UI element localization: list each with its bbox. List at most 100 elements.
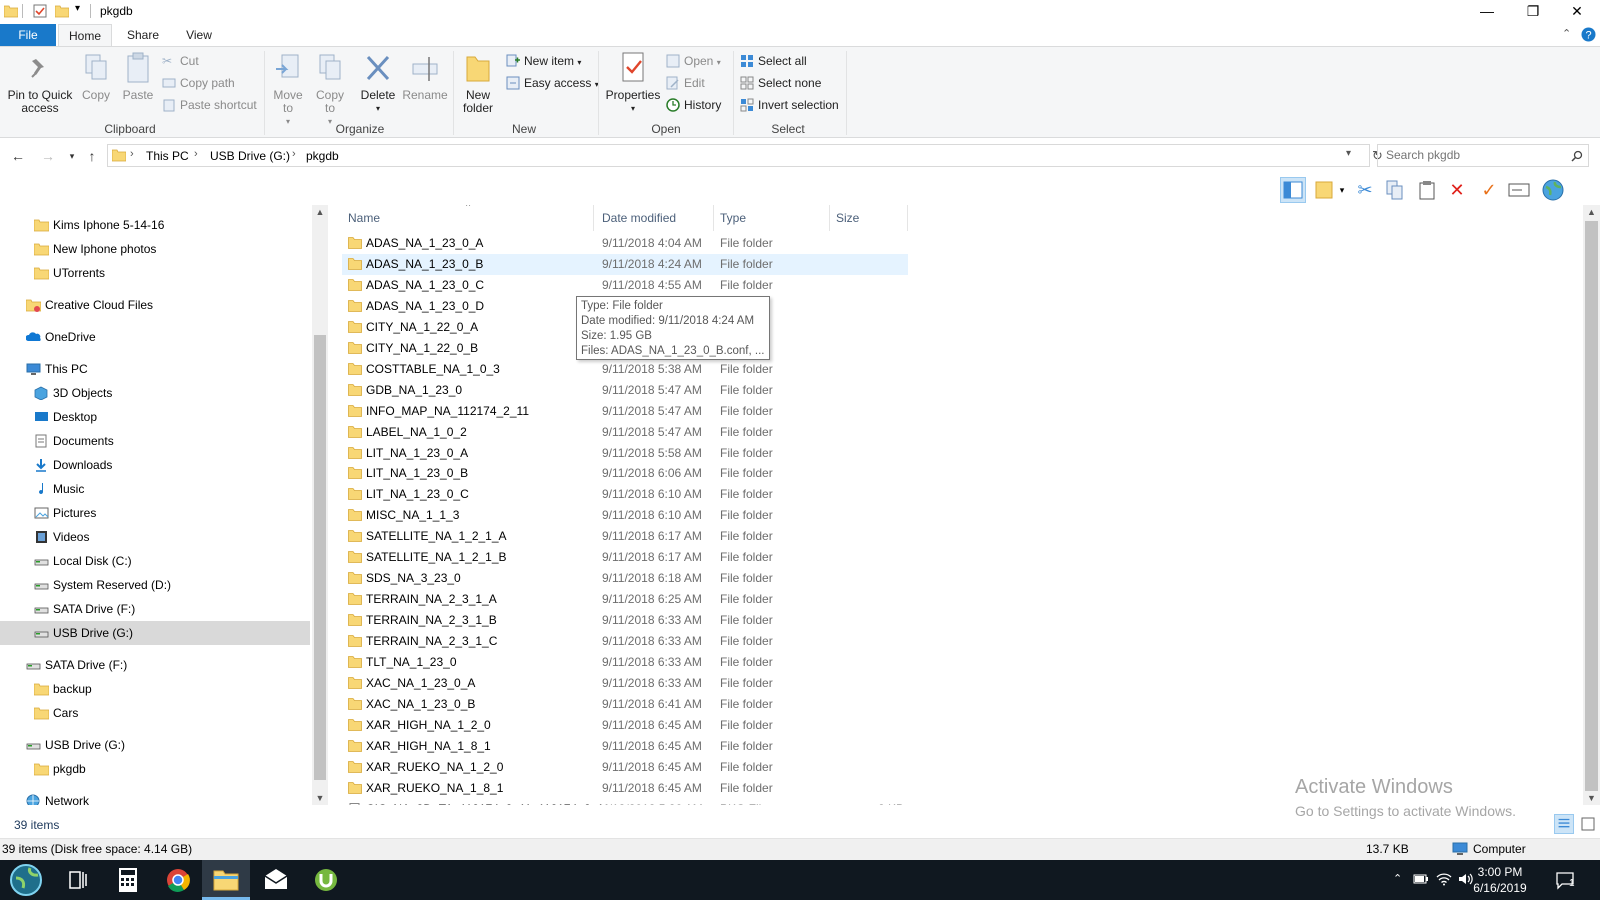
table-row[interactable]: LIT_NA_1_23_0_A 9/11/2018 5:58 AM File fol… bbox=[342, 443, 908, 464]
collapse-ribbon-icon[interactable]: ⌃ bbox=[1562, 27, 1571, 40]
utorrent-icon[interactable] bbox=[302, 860, 350, 900]
back-arrow-icon[interactable]: ← bbox=[8, 146, 28, 166]
table-row[interactable]: CIC_NA_3D_TA_112174_2_11_112174_2_114/18… bbox=[342, 799, 908, 805]
rename-icon[interactable] bbox=[1506, 177, 1532, 203]
select-none-button[interactable]: Select none bbox=[738, 73, 821, 93]
delete-button[interactable]: Delete ▾ bbox=[356, 51, 400, 115]
open-button[interactable]: Open ▾ bbox=[664, 51, 721, 71]
table-row[interactable]: LIT_NA_1_23_0_C 9/11/2018 6:10 AM File fol… bbox=[342, 484, 908, 505]
rename-button[interactable]: Rename bbox=[402, 51, 448, 102]
nav-item[interactable]: pkgdb bbox=[0, 757, 310, 781]
maximize-button[interactable]: ❐ bbox=[1510, 0, 1556, 24]
nav-item[interactable]: Pictures bbox=[0, 501, 310, 525]
table-row[interactable]: TERRAIN_NA_2_3_1_C 9/11/2018 6:33 AM File … bbox=[342, 631, 908, 652]
paste-icon[interactable] bbox=[1414, 177, 1440, 203]
nav-item[interactable]: Kims Iphone 5-14-16 bbox=[0, 213, 310, 237]
view-options-icon[interactable] bbox=[1312, 177, 1338, 203]
table-row[interactable]: LABEL_NA_1_0_2 9/11/2018 5:47 AM File fold… bbox=[342, 422, 908, 443]
properties-quick-icon[interactable] bbox=[33, 4, 47, 18]
table-row[interactable]: TERRAIN_NA_2_3_1_A 9/11/2018 6:25 AM File … bbox=[342, 589, 908, 610]
nav-item[interactable]: Cars bbox=[0, 701, 310, 725]
minimize-button[interactable]: — bbox=[1464, 0, 1510, 24]
nav-item[interactable]: System Reserved (D:) bbox=[0, 573, 310, 597]
copy-path-button[interactable]: Copy path bbox=[160, 73, 235, 93]
nav-item[interactable]: Music bbox=[0, 477, 310, 501]
table-row[interactable]: INFO_MAP_NA_112174_2_11 9/11/2018 5:47 AM… bbox=[342, 401, 908, 422]
nav-item[interactable]: Creative Cloud Files bbox=[0, 293, 310, 317]
new-item-button[interactable]: New item ▾ bbox=[504, 51, 581, 71]
address-bar[interactable]: › This PC › USB Drive (G:) › pkgdb ▾ bbox=[107, 144, 1370, 167]
copy-icon[interactable] bbox=[1382, 177, 1408, 203]
nav-scrollbar[interactable]: ▲ ▼ bbox=[312, 205, 328, 805]
table-row[interactable]: SATELLITE_NA_1_2_1_A 9/11/2018 6:17 AM Fil… bbox=[342, 526, 908, 547]
breadcrumb-this-pc[interactable]: This PC bbox=[146, 149, 189, 163]
file-list-scrollbar-thumb[interactable] bbox=[1585, 221, 1598, 791]
paste-button[interactable]: Paste bbox=[118, 51, 158, 102]
table-row[interactable]: XAC_NA_1_23_0_A 9/11/2018 6:33 AM File fol… bbox=[342, 673, 908, 694]
new-folder-button[interactable]: New folder bbox=[458, 51, 498, 115]
file-explorer-icon[interactable] bbox=[202, 860, 250, 900]
forward-arrow-icon[interactable]: → bbox=[38, 146, 58, 166]
up-arrow-icon[interactable]: ↑ bbox=[82, 146, 102, 166]
chrome-icon[interactable] bbox=[154, 860, 202, 900]
show-hidden-icons-icon[interactable]: ⌃ bbox=[1393, 872, 1402, 885]
scroll-up-arrow-icon[interactable]: ▲ bbox=[312, 205, 328, 219]
table-row[interactable]: XAR_HIGH_NA_1_2_0 9/11/2018 6:45 AM File f… bbox=[342, 715, 908, 736]
move-to-button[interactable]: Move to ▾ bbox=[268, 51, 308, 128]
cut-icon[interactable]: ✂ bbox=[1352, 177, 1378, 203]
easy-access-button[interactable]: Easy access ▾ bbox=[504, 73, 599, 93]
power-icon[interactable] bbox=[1413, 872, 1429, 889]
close-button[interactable]: ✕ bbox=[1554, 0, 1600, 24]
invert-selection-button[interactable]: Invert selection bbox=[738, 95, 839, 115]
nav-item[interactable]: Local Disk (C:) bbox=[0, 549, 310, 573]
nav-item[interactable]: 3D Objects bbox=[0, 381, 310, 405]
view-options-dropdown-icon[interactable]: ▾ bbox=[1336, 177, 1348, 203]
properties-button[interactable]: Properties ▾ bbox=[604, 51, 662, 115]
nav-item[interactable]: SATA Drive (F:) bbox=[0, 653, 310, 677]
breadcrumb-pkgdb[interactable]: pkgdb bbox=[306, 149, 339, 163]
table-row[interactable]: SATELLITE_NA_1_2_1_B 9/11/2018 6:17 AM Fil… bbox=[342, 547, 908, 568]
select-all-button[interactable]: Select all bbox=[738, 51, 807, 71]
nav-item[interactable]: OneDrive bbox=[0, 325, 310, 349]
scroll-down-arrow-icon[interactable]: ▼ bbox=[1583, 791, 1600, 805]
tab-home[interactable]: Home bbox=[58, 24, 112, 46]
notifications-icon[interactable]: 1 bbox=[1556, 872, 1578, 893]
breadcrumb-usb-drive[interactable]: USB Drive (G:) bbox=[210, 149, 290, 163]
globe-icon[interactable] bbox=[1540, 177, 1566, 203]
table-row[interactable]: MISC_NA_1_1_3 9/11/2018 6:10 AM File folde… bbox=[342, 505, 908, 526]
column-header-date[interactable]: Date modified bbox=[596, 205, 714, 231]
history-button[interactable]: History bbox=[664, 95, 721, 115]
nav-item[interactable]: Desktop bbox=[0, 405, 310, 429]
file-list-scrollbar[interactable]: ▲ ▼ bbox=[1583, 205, 1600, 805]
table-row[interactable]: TERRAIN_NA_2_3_1_B 9/11/2018 6:33 AM File … bbox=[342, 610, 908, 631]
help-icon[interactable]: ? bbox=[1581, 27, 1596, 42]
nav-item[interactable]: Network bbox=[0, 789, 310, 805]
nav-item[interactable]: Documents bbox=[0, 429, 310, 453]
customize-quick-access-icon[interactable]: ▾ bbox=[75, 3, 80, 14]
address-dropdown-icon[interactable]: ▾ bbox=[1346, 148, 1351, 159]
table-row[interactable]: XAR_HIGH_NA_1_8_1 9/11/2018 6:45 AM File f… bbox=[342, 736, 908, 757]
system-clock[interactable]: 3:00 PM 6/16/2019 bbox=[1460, 864, 1540, 896]
scroll-up-arrow-icon[interactable]: ▲ bbox=[1583, 205, 1600, 219]
table-row[interactable]: XAR_RUEKO_NA_1_2_0 9/11/2018 6:45 AM File … bbox=[342, 757, 908, 778]
table-row[interactable]: GDB_NA_1_23_0 9/11/2018 5:47 AM File folde… bbox=[342, 380, 908, 401]
table-row[interactable]: SDS_NA_3_23_0 9/11/2018 6:18 AM File folde… bbox=[342, 568, 908, 589]
scroll-down-arrow-icon[interactable]: ▼ bbox=[312, 791, 328, 805]
table-row[interactable]: LIT_NA_1_23_0_B 9/11/2018 6:06 AM File fol… bbox=[342, 463, 908, 484]
table-row[interactable]: XAC_NA_1_23_0_B 9/11/2018 6:41 AM File fol… bbox=[342, 694, 908, 715]
column-header-type[interactable]: Type bbox=[714, 205, 830, 231]
search-box[interactable] bbox=[1377, 144, 1589, 167]
nav-item[interactable]: UTorrents bbox=[0, 261, 310, 285]
tab-share[interactable]: Share bbox=[116, 24, 170, 46]
nav-item[interactable]: SATA Drive (F:) bbox=[0, 597, 310, 621]
mail-icon[interactable] bbox=[252, 860, 300, 900]
task-view-icon[interactable] bbox=[54, 860, 102, 900]
table-row[interactable]: XAR_RUEKO_NA_1_8_1 9/11/2018 6:45 AM File … bbox=[342, 778, 908, 799]
wifi-icon[interactable] bbox=[1436, 872, 1452, 889]
nav-item[interactable]: backup bbox=[0, 677, 310, 701]
table-row[interactable]: COSTTABLE_NA_1_0_3 9/11/2018 5:38 AM File … bbox=[342, 359, 908, 380]
large-icons-view-icon[interactable] bbox=[1578, 814, 1598, 834]
nav-item[interactable]: USB Drive (G:) bbox=[0, 621, 310, 645]
start-button[interactable] bbox=[2, 860, 50, 900]
pin-to-quick-access-button[interactable]: Pin to Quick access bbox=[6, 51, 74, 115]
